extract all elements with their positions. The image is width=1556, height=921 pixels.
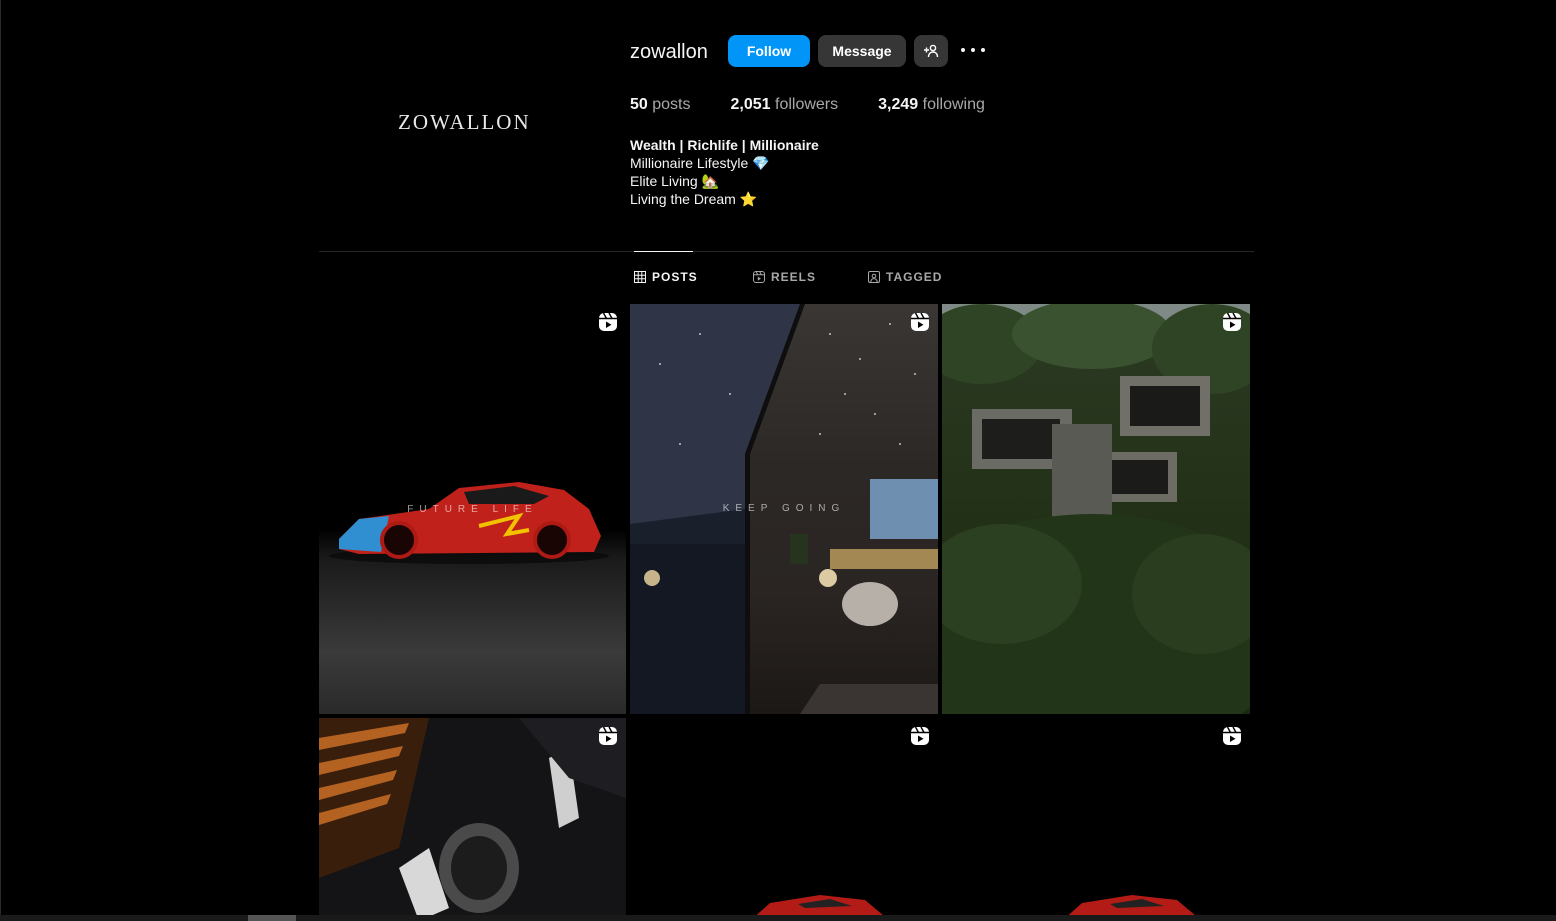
followers-stat[interactable]: 2,051 followers <box>731 96 839 114</box>
more-options-icon[interactable] <box>961 38 985 62</box>
bio-line: Elite Living 🏡 <box>630 173 720 189</box>
tab-posts[interactable]: POSTS <box>634 270 698 284</box>
horizontal-scrollbar[interactable] <box>0 915 1556 921</box>
forest-house-image <box>942 304 1250 714</box>
cockpit-image <box>319 718 626 921</box>
post-thumbnail[interactable] <box>942 718 1250 921</box>
tab-tagged[interactable]: TAGGED <box>868 270 942 284</box>
profile-bio: Wealth | Richlife | Millionaire Milliona… <box>630 136 819 208</box>
profile-stats: 50 posts 2,051 followers 3,249 following <box>630 96 1025 114</box>
post-thumbnail[interactable]: FUTURE LIFE <box>319 304 626 714</box>
message-button[interactable]: Message <box>818 35 906 67</box>
bio-line: Millionaire Lifestyle 💎 <box>630 155 770 171</box>
suggest-user-button[interactable] <box>914 35 948 67</box>
grid-icon <box>634 271 646 283</box>
reels-icon <box>753 271 765 283</box>
post-thumbnail[interactable] <box>630 718 938 921</box>
reel-icon <box>911 312 929 331</box>
tagged-icon <box>868 271 880 283</box>
car-image <box>1062 895 1202 921</box>
post-thumbnail[interactable] <box>942 304 1250 714</box>
car-image <box>750 895 890 921</box>
reel-icon <box>1223 312 1241 331</box>
tab-reels[interactable]: REELS <box>753 270 816 284</box>
reel-icon <box>1223 726 1241 745</box>
window-edge <box>0 0 1 921</box>
reel-icon <box>911 726 929 745</box>
reel-icon <box>599 726 617 745</box>
profile-avatar-logo[interactable]: ZOWALLON <box>398 110 531 135</box>
tabs-divider <box>319 251 1254 252</box>
bio-line: Living the Dream ⭐ <box>630 191 758 207</box>
post-overlay-text: FUTURE LIFE <box>407 504 538 515</box>
follow-button[interactable]: Follow <box>728 35 810 67</box>
reel-icon <box>599 312 617 331</box>
following-stat[interactable]: 3,249 following <box>878 96 985 114</box>
add-user-icon <box>924 44 939 58</box>
post-overlay-text: KEEP GOING <box>722 503 846 514</box>
bio-name: Wealth | Richlife | Millionaire <box>630 137 819 153</box>
post-thumbnail[interactable] <box>319 718 626 921</box>
post-thumbnail[interactable]: KEEP GOING <box>630 304 938 714</box>
scrollbar-thumb[interactable] <box>248 915 296 921</box>
posts-stat: 50 posts <box>630 96 691 113</box>
profile-username: zowallon <box>630 41 708 63</box>
active-tab-indicator <box>634 251 693 252</box>
